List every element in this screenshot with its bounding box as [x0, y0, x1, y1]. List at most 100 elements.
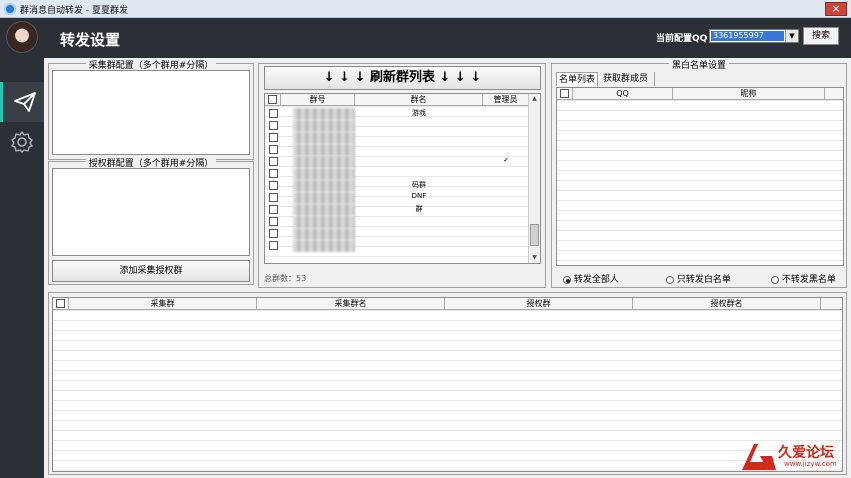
row-checkbox[interactable] — [269, 193, 278, 202]
group-id-cell — [293, 108, 355, 120]
group-admin-cell — [483, 108, 529, 120]
table-row[interactable] — [265, 132, 526, 144]
column-header[interactable]: 管理员 — [483, 94, 529, 106]
column-header[interactable]: 采集群名 — [257, 298, 445, 310]
scroll-thumb[interactable] — [530, 224, 539, 246]
group-name-cell — [357, 240, 481, 252]
table-row[interactable]: 游戏 — [265, 108, 526, 120]
table-row[interactable]: 群 — [265, 204, 526, 216]
group-admin-cell — [483, 168, 529, 180]
sidebar-item-forward[interactable] — [0, 82, 44, 122]
row-checkbox[interactable] — [269, 205, 278, 214]
table-row[interactable] — [265, 216, 526, 228]
mapping-table: 采集群 采集群名 授权群 授权群名 — [52, 297, 843, 472]
qq-select-value: 3361955997 — [711, 31, 784, 41]
row-checkbox[interactable] — [269, 121, 278, 130]
group-id-cell — [293, 120, 355, 132]
group-list-table: 群号 群名 管理员 游戏 ✓ 码群 DNF 群 ▲ ▼ — [264, 93, 541, 264]
add-collect-auth-button[interactable]: 添加采集授权群 — [52, 260, 250, 282]
group-total-count: 总群数：53 — [264, 274, 307, 283]
row-checkbox[interactable] — [269, 157, 278, 166]
table-row[interactable] — [265, 228, 526, 240]
radio-forward-whitelist[interactable]: 只转发白名单 — [666, 272, 731, 285]
group-id-cell — [293, 156, 355, 168]
bw-select-all-checkbox[interactable] — [560, 89, 569, 98]
header-bar: 转发设置 当前配置QQ 3361955997 ▼ 搜索 — [0, 18, 851, 58]
bw-list-header: QQ 昵称 — [557, 88, 843, 100]
table-row[interactable]: DNF — [265, 192, 526, 204]
row-checkbox[interactable] — [269, 169, 278, 178]
mapping-header: 采集群 采集群名 授权群 授权群名 — [53, 298, 842, 310]
group-id-cell — [293, 228, 355, 240]
table-row[interactable] — [265, 168, 526, 180]
group-id-cell — [293, 204, 355, 216]
group-admin-cell — [483, 132, 529, 144]
table-row[interactable] — [265, 144, 526, 156]
table-row[interactable] — [265, 120, 526, 132]
scroll-down-icon[interactable]: ▼ — [529, 253, 540, 263]
group-name-cell: 游戏 — [412, 109, 426, 117]
qq-select[interactable]: 3361955997 ▼ — [709, 29, 799, 43]
group-id-cell — [293, 216, 355, 228]
column-header[interactable]: 昵称 — [673, 88, 825, 100]
search-button[interactable]: 搜索 — [803, 27, 839, 45]
tab-get-members[interactable]: 获取群成员 — [601, 72, 655, 86]
group-id-cell — [293, 144, 355, 156]
row-checkbox[interactable] — [269, 109, 278, 118]
row-checkbox[interactable] — [269, 181, 278, 190]
radio-skip-blacklist[interactable]: 不转发黑名单 — [771, 272, 836, 285]
window-titlebar: 群消息自动转发 - 夏夏群发 × — [0, 0, 851, 18]
chevron-down-icon[interactable]: ▼ — [785, 30, 798, 42]
logo-mark-icon — [742, 444, 776, 470]
bw-list-legend: 黑白名单设置 — [668, 61, 729, 71]
sidebar-item-settings[interactable] — [0, 122, 44, 162]
group-name-cell: 群 — [415, 205, 423, 213]
avatar[interactable] — [6, 21, 38, 53]
group-admin-cell — [483, 204, 529, 216]
radio-label: 不转发黑名单 — [781, 275, 836, 285]
group-list-scrollbar[interactable]: ▲ ▼ — [528, 94, 540, 263]
scroll-up-icon[interactable]: ▲ — [529, 94, 540, 104]
watermark-logo: 久爱论坛 www.jizyw.com — [738, 442, 846, 472]
radio-label: 转发全部人 — [573, 275, 619, 285]
row-checkbox[interactable] — [269, 145, 278, 154]
config-qq-label: 当前配置QQ — [656, 34, 708, 44]
close-button[interactable]: × — [825, 2, 847, 16]
column-header[interactable]: 群号 — [281, 94, 355, 106]
mapping-select-all-checkbox[interactable] — [56, 299, 65, 308]
table-row[interactable]: 码群 — [265, 180, 526, 192]
select-all-checkbox[interactable] — [268, 95, 277, 104]
auth-config-input[interactable] — [52, 168, 250, 256]
group-name-cell — [357, 168, 481, 180]
column-header[interactable]: 采集群 — [69, 298, 257, 310]
row-checkbox[interactable] — [269, 217, 278, 226]
row-checkbox[interactable] — [269, 229, 278, 238]
column-header[interactable]: 授权群名 — [633, 298, 821, 310]
group-id-cell — [293, 192, 355, 204]
row-checkbox[interactable] — [269, 241, 278, 250]
tab-name-list[interactable]: 名单列表 — [556, 72, 598, 86]
group-name-cell — [357, 228, 481, 240]
collect-config-input[interactable] — [52, 70, 250, 155]
gear-icon — [11, 131, 33, 153]
group-admin-cell — [483, 216, 529, 228]
column-header[interactable]: 群名 — [355, 94, 483, 106]
group-name-cell: DNF — [411, 192, 427, 200]
table-row[interactable]: ✓ — [265, 156, 526, 168]
group-admin-cell — [483, 120, 529, 132]
group-admin-cell: ✓ — [503, 156, 509, 164]
refresh-groups-button[interactable]: ↓ ↓ ↓ 刷新群列表 ↓ ↓ ↓ — [264, 66, 541, 90]
bw-list-table: QQ 昵称 — [556, 87, 844, 266]
row-checkbox[interactable] — [269, 133, 278, 142]
group-name-cell — [357, 144, 481, 156]
page-title: 转发设置 — [60, 31, 121, 49]
group-id-cell — [293, 132, 355, 144]
table-row[interactable] — [265, 240, 526, 252]
column-header[interactable]: QQ — [573, 88, 673, 100]
group-id-cell — [293, 168, 355, 180]
column-header[interactable]: 授权群 — [445, 298, 633, 310]
group-name-cell — [357, 132, 481, 144]
group-name-cell — [357, 156, 481, 168]
radio-forward-all[interactable]: 转发全部人 — [563, 272, 619, 285]
group-list-header: 群号 群名 管理员 — [265, 94, 540, 106]
